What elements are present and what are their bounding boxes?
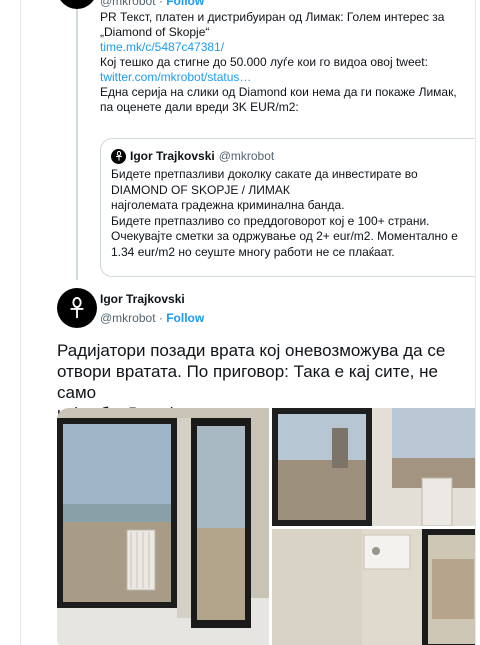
radiator-door-image xyxy=(272,529,475,645)
ankh-logo-icon xyxy=(70,297,84,319)
quote-text-line: Бидете претпазливо со преддоговорот кој … xyxy=(111,213,430,228)
tweet-text-line: па оценете дали вреди 3K EUR/m2: xyxy=(100,100,299,114)
avatar[interactable] xyxy=(57,0,97,9)
photo-window-view[interactable] xyxy=(272,408,475,526)
quote-text-line: најголемата градежна криминална банда. xyxy=(111,198,345,212)
separator: · xyxy=(155,311,167,325)
follow-link[interactable]: Follow xyxy=(166,311,204,325)
photo-grid xyxy=(57,408,475,645)
avatar[interactable] xyxy=(57,288,97,328)
tweet-status-link[interactable]: twitter.com/mkrobot/status… xyxy=(100,70,475,85)
tweet-text-line: „Diamond of Skopje“ xyxy=(100,25,210,39)
quote-text-line: Очекувајте сметки за одржување од 2+ eur… xyxy=(111,229,458,243)
tweet-thread-card: @mkrobot · Follow PR Текст, платен и дис… xyxy=(20,0,476,645)
thread-connector-line xyxy=(76,6,78,280)
quoted-tweet-header: Igor Trajkovski @mkrobot xyxy=(111,148,473,164)
photo-radiator-door[interactable] xyxy=(272,529,475,645)
user-display-name[interactable]: Igor Trajkovski xyxy=(100,292,185,306)
avatar xyxy=(111,148,126,164)
quoted-tweet-text: Бидете претпазливи доколку сакате да инв… xyxy=(111,167,473,260)
tweet-text-line: Радијатори позади врата кој оневозможува… xyxy=(57,341,446,360)
quoted-user-handle: @mkrobot xyxy=(218,149,275,163)
user-handle[interactable]: @mkrobot xyxy=(100,0,156,8)
quoted-tweet[interactable]: Igor Trajkovski @mkrobot Бидете претпазл… xyxy=(100,138,475,277)
top-tweet-handle: @mkrobot · Follow xyxy=(100,0,204,8)
follow-link[interactable]: Follow xyxy=(166,0,204,8)
quote-text-line: 1.34 eur/m2 но сеуште многу работи не се… xyxy=(111,244,395,259)
tweet-text-line: Кој тешко да стигне до 50.000 луѓе кои г… xyxy=(100,55,428,69)
tweet-text-line: PR Текст, платен и дистрибуиран од Лимак… xyxy=(100,10,445,24)
user-handle[interactable]: @mkrobot xyxy=(100,311,156,325)
quote-text-line: DIAMOND OF SKOPJE / ЛИМАК xyxy=(111,182,290,197)
ankh-logo-icon xyxy=(115,151,122,161)
balcony-door-image xyxy=(57,408,269,645)
news-link[interactable]: time.mk/c/5487c47381/ xyxy=(100,40,475,55)
tweet-text-line: отвори вратата. По приговор: Така е кај … xyxy=(57,362,438,402)
quoted-user-name: Igor Trajkovski xyxy=(130,149,215,163)
top-tweet-text: PR Текст, платен и дистрибуиран од Лимак… xyxy=(100,10,475,115)
window-view-image xyxy=(272,408,475,526)
separator: · xyxy=(155,0,167,8)
tweet-text-line: Една серија на слики од Diamond кои нема… xyxy=(100,85,457,99)
main-tweet-handle-row: @mkrobot · Follow xyxy=(100,311,204,325)
quote-text-line: Бидете претпазливи доколку сакате да инв… xyxy=(111,167,418,181)
photo-balcony-door[interactable] xyxy=(57,408,269,645)
